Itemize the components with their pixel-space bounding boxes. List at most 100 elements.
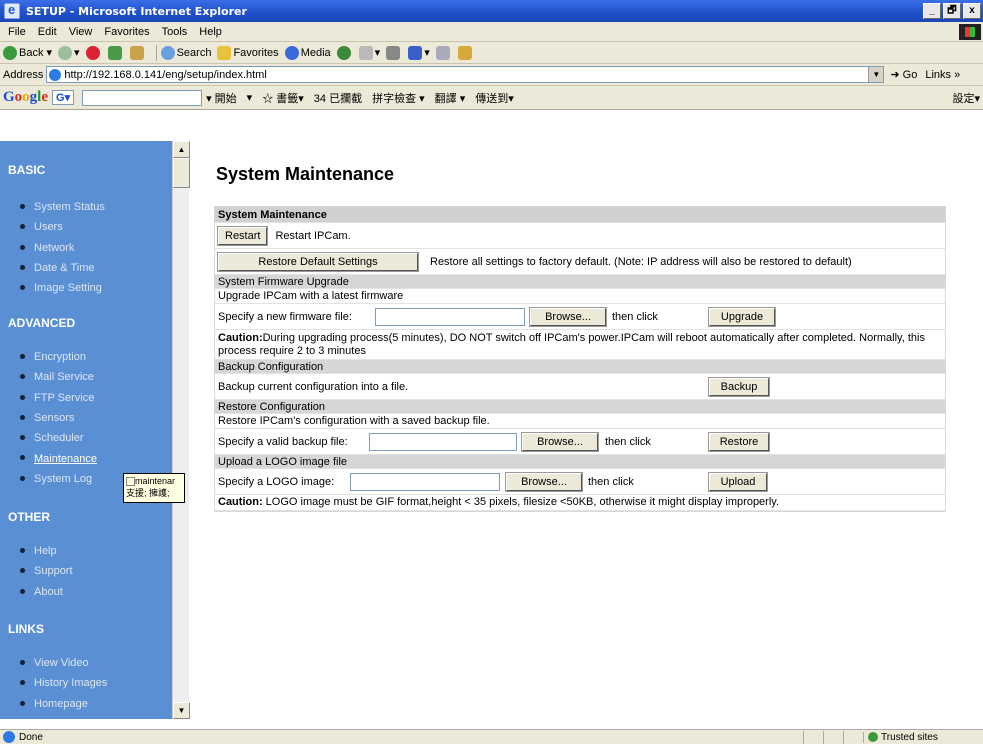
standard-toolbar: Back ▾ ▾ Search Favorites Media ▾ ▾ [0,42,983,64]
home-button[interactable] [129,45,146,60]
sidebar-item-help[interactable]: Help [20,541,73,561]
menu-favorites[interactable]: Favorites [98,26,155,38]
sidebar-item-system-log[interactable]: System Log [20,469,97,489]
logo-caution-text: LOGO image must be GIF format,height < 3… [265,496,780,508]
media-icon [284,45,299,60]
upgrade-caution-text: During upgrading process(5 minutes), DO … [218,332,925,357]
sidebar-item-system-status[interactable]: System Status [20,197,105,217]
page-done-icon [3,731,15,743]
backup-button[interactable]: Backup [708,376,770,397]
menu-edit[interactable]: Edit [32,26,63,38]
logo-browse-button[interactable]: Browse... [505,471,583,492]
sidebar-item-homepage[interactable]: Homepage [19,694,107,714]
sidebar-item-ftp-service[interactable]: FTP Service [20,388,97,408]
edit-button[interactable]: ▾ [408,45,430,60]
sidebar-item-users[interactable]: Users [20,217,105,237]
favorites-button[interactable]: Favorites [217,45,279,60]
restore-default-description: Restore all settings to factory default.… [430,255,852,268]
menu-file[interactable]: File [2,26,32,38]
scroll-down-icon[interactable]: ▼ [173,702,190,719]
sidebar-item-sensors[interactable]: Sensors [20,408,97,428]
scroll-thumb[interactable] [173,158,190,188]
go-button[interactable]: ➜ Go [890,68,917,81]
restore-description: Restore IPCam's configuration with a sav… [215,414,945,429]
firmware-label: Specify a new firmware file: [218,310,352,323]
google-translate-button[interactable]: 翻譯 ▾ [435,90,466,106]
dictionary-icon [126,477,135,487]
refresh-button[interactable] [107,45,124,60]
menu-tools[interactable]: Tools [156,26,194,38]
restart-button[interactable]: Restart [216,225,269,246]
google-sendto-button[interactable]: 傳送到▾ [475,90,514,106]
sidebar-item-image-setting[interactable]: Image Setting [20,278,105,298]
stop-icon [85,45,100,60]
forward-button[interactable]: ▾ [58,45,80,60]
links-button[interactable]: Links » [925,69,960,81]
address-input[interactable]: http://192.168.0.141/eng/setup/index.htm… [46,66,885,83]
close-button[interactable]: x [963,3,981,19]
minimize-button[interactable]: _ [923,3,941,19]
upgrade-button[interactable]: Upgrade [708,306,776,327]
section-head-logo: Upload a LOGO image file [215,455,945,469]
discuss-button[interactable] [435,45,452,60]
sidebar-item-scheduler[interactable]: Scheduler [20,428,97,448]
google-bookmarks-button[interactable]: ☆ 書籤▾ [262,90,304,106]
status-bar: Done Trusted sites [0,729,983,744]
restore-row: Specify a valid backup file: Browse... t… [215,429,945,455]
sidebar-advanced-list: Encryption Mail Service FTP Service Sens… [20,347,97,489]
menu-help[interactable]: Help [193,26,228,38]
maximize-button[interactable]: 🗗 [943,3,961,19]
print-icon [386,45,401,60]
media-button[interactable]: Media [284,45,331,60]
address-dropdown-icon[interactable]: ▼ [868,67,884,82]
sidebar-item-mail-service[interactable]: Mail Service [20,367,97,387]
restore-browse-button[interactable]: Browse... [521,431,599,452]
firmware-file-input[interactable] [375,307,525,326]
search-button[interactable]: Search [160,45,211,60]
upload-button[interactable]: Upload [708,471,768,492]
google-pagerank-button[interactable]: ▾ [247,91,253,104]
sidebar-item-about[interactable]: About [20,582,73,602]
google-popup-blocker[interactable]: 34 已攔截 [314,90,362,106]
scroll-up-icon[interactable]: ▲ [173,141,190,158]
sidebar-scrollbar[interactable]: ▲ ▼ [172,141,190,719]
status-text: Done [19,731,43,743]
menu-view[interactable]: View [63,26,99,38]
google-search-input[interactable] [82,89,203,106]
sidebar-links-list: View Video History Images Homepage [19,653,107,714]
google-spellcheck-button[interactable]: 拼字檢查 ▾ [372,90,425,106]
restore-button[interactable]: Restore [708,431,770,452]
menu-bar: File Edit View Favorites Tools Help [0,22,983,42]
logo-file-input[interactable] [350,472,500,491]
address-url: http://192.168.0.141/eng/setup/index.htm… [64,68,267,81]
history-button[interactable] [336,45,353,60]
restore-default-button[interactable]: Restore Default Settings [217,251,419,272]
security-zone: Trusted sites [863,731,983,743]
firmware-then-click: then click [612,310,658,323]
sidebar-item-support[interactable]: Support [20,561,73,581]
favorites-icon [217,45,232,60]
print-button[interactable] [386,45,402,60]
sidebar-item-network[interactable]: Network [20,238,105,258]
sidebar-item-history-images[interactable]: History Images [19,673,107,693]
forward-arrow-icon [58,45,73,60]
sidebar-item-view-video[interactable]: View Video [19,653,107,673]
backup-file-input[interactable] [369,432,517,451]
stop-button[interactable] [85,45,102,60]
messenger-button[interactable] [457,45,474,60]
google-start-button[interactable]: ▾ 開始 [206,90,237,106]
window-title: SETUP - Microsoft Internet Explorer [26,4,247,18]
upgrade-caution: Caution:During upgrading process(5 minut… [215,330,945,360]
toolbar-separator [155,44,157,61]
google-settings-button[interactable]: 設定▾ [952,90,980,106]
firmware-browse-button[interactable]: Browse... [529,306,607,327]
maintenance-table: System Maintenance Restart Restart IPCam… [214,206,946,512]
sidebar-item-date-time[interactable]: Date & Time [20,258,105,278]
google-menu-button[interactable]: G▾ [52,90,75,105]
sidebar-item-maintenance[interactable]: Maintenance [20,448,97,468]
address-label: Address [3,68,44,81]
back-button[interactable]: Back ▾ [3,45,52,60]
sidebar-item-encryption[interactable]: Encryption [20,347,97,367]
mail-button[interactable]: ▾ [358,45,380,60]
sidebar-section-basic: BASIC [8,163,46,177]
